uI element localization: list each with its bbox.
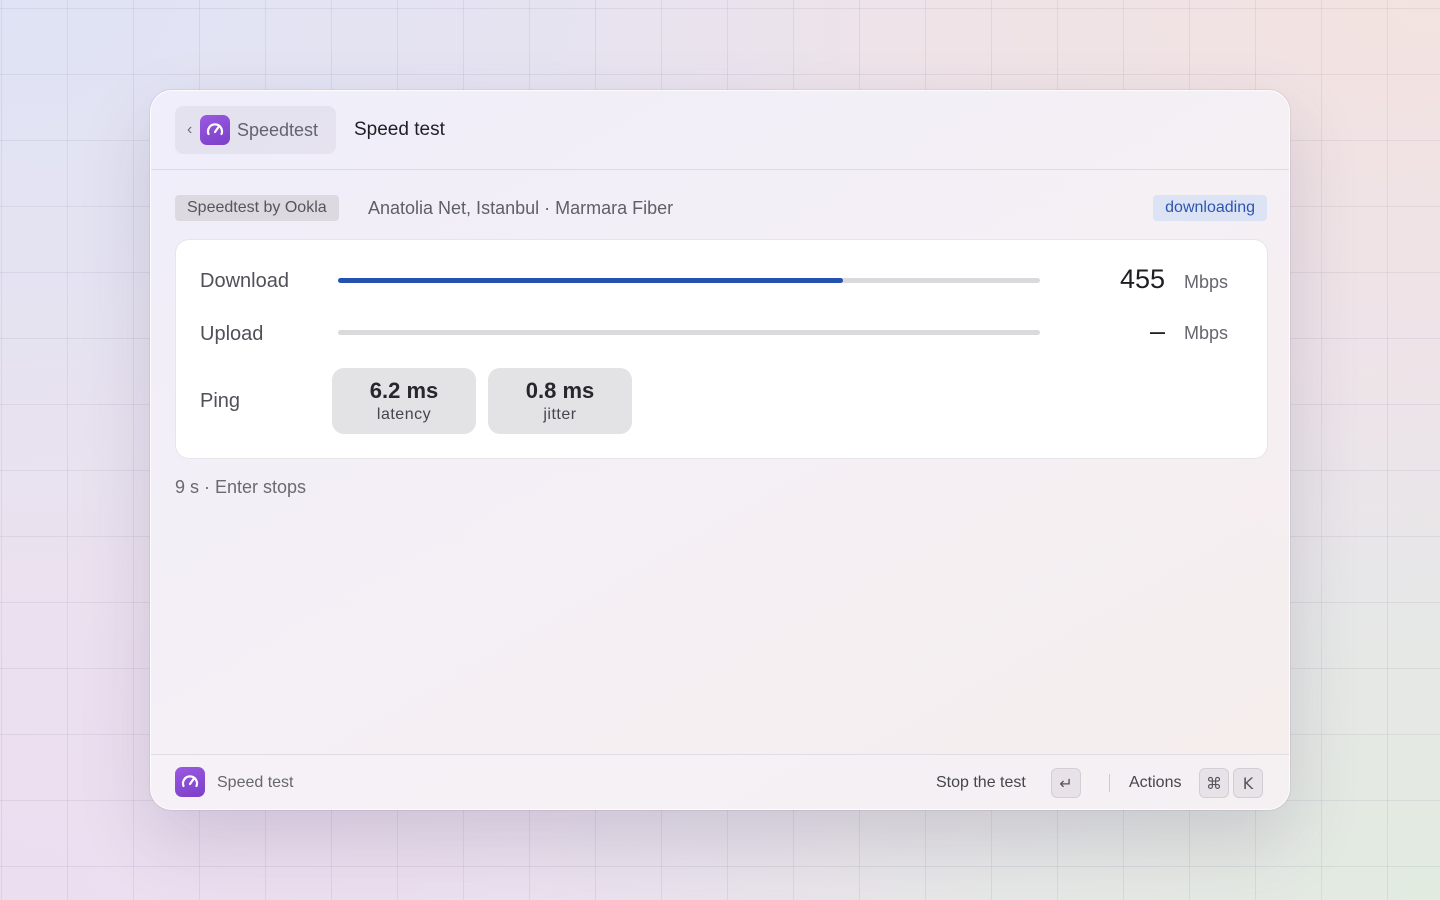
enter-key-icon: ↵ bbox=[1051, 768, 1081, 798]
chevron-left-icon: ‹ bbox=[187, 121, 193, 138]
footer-divider bbox=[1109, 774, 1110, 792]
download-value: 455 bbox=[1119, 264, 1165, 294]
top-bar: ‹ Speedtest Speed test bbox=[151, 91, 1289, 170]
server-name: Anatolia Net, Istanbul · Marmara Fiber bbox=[368, 198, 674, 218]
stop-test-button[interactable]: Stop the test bbox=[936, 774, 1026, 792]
latency-chip: 6.2 ms latency bbox=[332, 368, 476, 434]
back-button[interactable]: ‹ Speedtest bbox=[175, 106, 336, 154]
footer-bar: Speed test Stop the test ↵ Actions ⌘ K bbox=[151, 754, 1289, 809]
ping-label: Ping bbox=[200, 390, 241, 412]
latency-label: latency bbox=[376, 406, 432, 423]
provider-badge: Speedtest by Ookla bbox=[175, 195, 339, 221]
download-label: Download bbox=[200, 270, 289, 292]
speedometer-icon bbox=[175, 767, 205, 797]
hint-text: 9 s · Enter stops bbox=[175, 477, 307, 497]
back-button-label: Speedtest bbox=[237, 119, 319, 140]
footer-title: Speed test bbox=[217, 774, 294, 791]
latency-value: 6.2 ms bbox=[369, 378, 439, 403]
upload-label: Upload bbox=[200, 323, 264, 345]
download-progress-fill bbox=[338, 278, 844, 283]
k-key: K bbox=[1233, 768, 1263, 798]
download-progress-bar bbox=[338, 278, 1040, 283]
actions-button[interactable]: Actions bbox=[1129, 774, 1181, 792]
command-key-icon: ⌘ bbox=[1199, 768, 1229, 798]
upload-unit: Mbps bbox=[1184, 323, 1229, 343]
jitter-label: jitter bbox=[543, 406, 577, 423]
results-card: Download 455 Mbps Upload – Mbps Ping 6.2… bbox=[175, 239, 1268, 459]
jitter-chip: 0.8 ms jitter bbox=[488, 368, 632, 434]
upload-progress-bar bbox=[338, 330, 1040, 335]
page-title: Speed test bbox=[354, 119, 445, 140]
speedometer-icon bbox=[200, 115, 230, 145]
upload-value: – bbox=[1149, 316, 1165, 346]
status-badge: downloading bbox=[1153, 195, 1267, 221]
jitter-value: 0.8 ms bbox=[525, 378, 595, 403]
server-info-row: Speedtest by Ookla Anatolia Net, Istanbu… bbox=[175, 195, 1267, 222]
launcher-window: ‹ Speedtest Speed test Speedtest by Ookl… bbox=[150, 90, 1290, 810]
download-unit: Mbps bbox=[1184, 272, 1229, 292]
